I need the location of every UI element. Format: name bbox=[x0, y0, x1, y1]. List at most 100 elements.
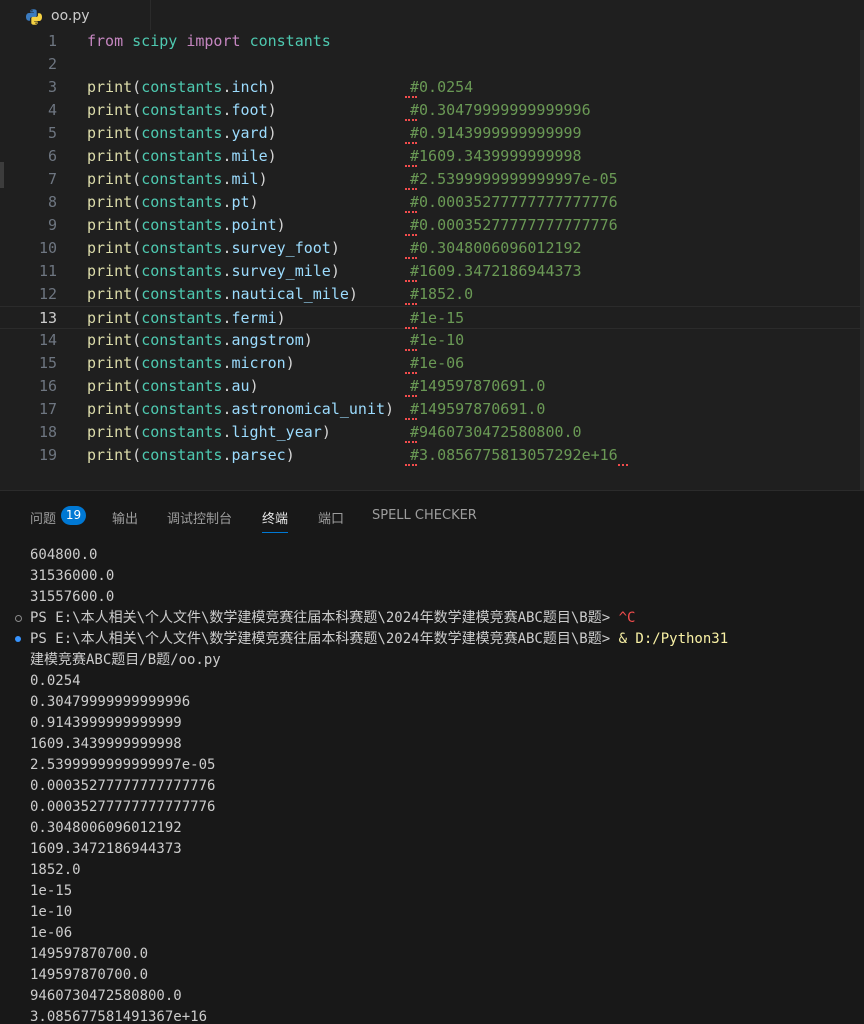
print-function: print bbox=[87, 170, 133, 188]
spelling-squiggle bbox=[405, 253, 417, 259]
line-number: 9 bbox=[47, 216, 57, 234]
panel-tab-2[interactable]: 调试控制台 bbox=[167, 508, 232, 528]
editor-tab-oo-py[interactable]: oo.py bbox=[0, 0, 151, 30]
code-line: 18 print(constants.light_year) #9460730472… bbox=[0, 421, 864, 444]
vscode-window: oo.py 1 from scipy import constants 2 3 prin… bbox=[0, 0, 864, 1024]
constant-attribute: astronomical_unit bbox=[231, 400, 386, 418]
dot: . bbox=[222, 216, 232, 234]
code-text: print(constants.mile) bbox=[87, 145, 277, 168]
paren-open: ( bbox=[132, 309, 142, 327]
code-line: 11 print(constants.survey_mile) #1609.3472… bbox=[0, 260, 864, 283]
line-number: 16 bbox=[38, 377, 57, 395]
value-comment: #1e-15 bbox=[410, 309, 465, 327]
problems-count-badge: 19 bbox=[61, 506, 86, 525]
panel-tab-1[interactable]: 输出 bbox=[112, 508, 138, 528]
command-status-empty-icon[interactable] bbox=[15, 615, 22, 622]
print-function: print bbox=[87, 262, 133, 280]
code-line: 2 bbox=[0, 53, 864, 76]
constant-attribute: point bbox=[231, 216, 277, 234]
paren-open: ( bbox=[132, 170, 142, 188]
tab-filename: oo.py bbox=[51, 8, 90, 24]
line-number: 15 bbox=[38, 354, 57, 372]
code-line: 17 print(constants.astronomical_unit) #149… bbox=[0, 398, 864, 421]
spelling-squiggle bbox=[405, 391, 417, 397]
paren-close: ) bbox=[321, 423, 331, 441]
code-line: 15 print(constants.micron) #1e-06 bbox=[0, 352, 864, 375]
constants-object: constants bbox=[141, 400, 223, 418]
constants-object: constants bbox=[141, 147, 223, 165]
code-text: print(constants.micron) bbox=[87, 352, 295, 375]
prompt-path: PS E:\本人相关\个人文件\数学建模竞赛往届本科赛题\2024年数学建模竞赛… bbox=[30, 631, 619, 647]
line-number: 2 bbox=[47, 55, 57, 73]
value-comment: #1e-10 bbox=[410, 331, 465, 349]
code-line: 3 print(constants.inch) #0.0254 bbox=[0, 76, 864, 99]
spelling-squiggle bbox=[405, 92, 417, 98]
constants-object: constants bbox=[141, 377, 223, 395]
constants-object: constants bbox=[141, 423, 223, 441]
paren-open: ( bbox=[132, 262, 142, 280]
constant-attribute: fermi bbox=[231, 309, 277, 327]
panel-tab-5[interactable]: SPELL CHECKER bbox=[372, 508, 477, 528]
constants-object: constants bbox=[141, 193, 223, 211]
line-number: 6 bbox=[47, 147, 57, 165]
keyword-import: import bbox=[186, 32, 241, 50]
code-text: print(constants.inch) bbox=[87, 76, 277, 99]
dot: . bbox=[222, 124, 232, 142]
terminal-output-line: 149597870700.0 bbox=[30, 946, 149, 962]
dot: . bbox=[222, 239, 232, 257]
terminal-output-line: 1e-10 bbox=[30, 904, 73, 920]
code-line: 16 print(constants.au) #149597870691.0 bbox=[0, 375, 864, 398]
value-comment: #0.00035277777777777776 bbox=[410, 216, 618, 234]
dot: . bbox=[222, 400, 232, 418]
dot: . bbox=[222, 170, 232, 188]
code-text: print(constants.fermi) bbox=[87, 307, 286, 330]
paren-close: ) bbox=[276, 216, 286, 234]
constant-attribute: mil bbox=[231, 170, 259, 188]
constants-object: constants bbox=[141, 239, 223, 257]
print-function: print bbox=[87, 124, 133, 142]
line-number: 4 bbox=[47, 101, 57, 119]
print-function: print bbox=[87, 216, 133, 234]
prompt-command: ^C bbox=[618, 610, 636, 626]
terminal-output-line: 1609.3439999999998 bbox=[30, 736, 182, 752]
code-text: print(constants.pt) bbox=[87, 191, 259, 214]
prompt-command: & D:/Python31 bbox=[618, 631, 729, 647]
print-function: print bbox=[87, 239, 133, 257]
paren-open: ( bbox=[132, 354, 142, 372]
print-function: print bbox=[87, 377, 133, 395]
constant-attribute: yard bbox=[231, 124, 268, 142]
paren-open: ( bbox=[132, 124, 142, 142]
line-number: 1 bbox=[47, 32, 57, 50]
code-text: print(constants.light_year) bbox=[87, 421, 331, 444]
line-number: 3 bbox=[47, 78, 57, 96]
code-line: 14 print(constants.angstrom) #1e-10 bbox=[0, 329, 864, 352]
constants-object: constants bbox=[141, 78, 223, 96]
panel-tab-3[interactable]: 终端 bbox=[262, 508, 289, 533]
code-line: 13 print(constants.fermi) #1e-15 bbox=[0, 306, 864, 329]
python-file-icon bbox=[26, 9, 42, 25]
dot: . bbox=[222, 262, 232, 280]
line-number: 10 bbox=[38, 239, 57, 257]
dot: . bbox=[222, 285, 232, 303]
paren-open: ( bbox=[132, 193, 142, 211]
constants-object: constants bbox=[141, 101, 223, 119]
terminal-output-line: 2.5399999999999997e-05 bbox=[30, 757, 216, 773]
dot: . bbox=[222, 309, 232, 327]
terminal-output-line: 0.00035277777777777776 bbox=[30, 799, 216, 815]
spelling-squiggle bbox=[405, 414, 417, 420]
terminal-output-line: 149597870700.0 bbox=[30, 967, 149, 983]
constant-attribute: pt bbox=[231, 193, 250, 211]
constant-attribute: angstrom bbox=[231, 331, 304, 349]
prompt-path: PS E:\本人相关\个人文件\数学建模竞赛往届本科赛题\2024年数学建模竞赛… bbox=[30, 610, 619, 626]
panel-tab-0[interactable]: 问题 bbox=[30, 508, 56, 528]
value-comment: #1609.3439999999998 bbox=[410, 147, 582, 165]
code-editor[interactable]: 1 from scipy import constants 2 3 print(cons… bbox=[0, 30, 864, 490]
code-text: print(constants.point) bbox=[87, 214, 286, 237]
value-comment: #1609.3472186944373 bbox=[410, 262, 582, 280]
paren-close: ) bbox=[330, 262, 340, 280]
panel-tab-4[interactable]: 端口 bbox=[318, 508, 344, 528]
constant-attribute: parsec bbox=[231, 446, 286, 464]
code-line: 8 print(constants.pt) #0.00035277777777777… bbox=[0, 191, 864, 214]
command-status-dot-icon[interactable] bbox=[15, 636, 21, 642]
paren-open: ( bbox=[132, 78, 142, 96]
